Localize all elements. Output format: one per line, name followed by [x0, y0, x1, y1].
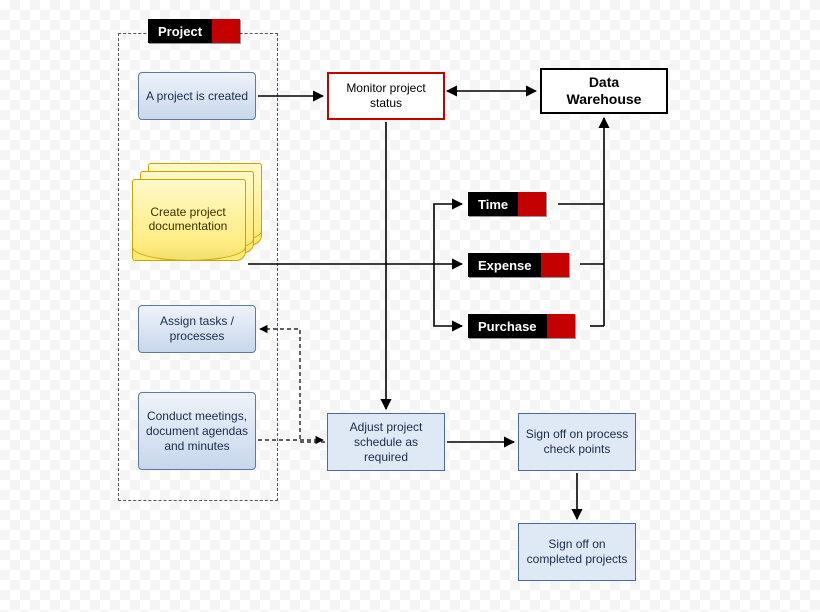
- node-data-warehouse: Data Warehouse: [540, 68, 668, 114]
- node-assign-tasks: Assign tasks / processes: [138, 305, 256, 353]
- purchase-tag-label: Purchase: [468, 314, 547, 338]
- purchase-tag-color: [547, 314, 575, 338]
- node-assign-tasks-label: Assign tasks / processes: [143, 314, 251, 344]
- node-signoff-completed-label: Sign off on completed projects: [523, 537, 631, 567]
- expense-tag-color: [541, 253, 569, 277]
- node-monitor-label: Monitor project status: [333, 81, 439, 111]
- node-documentation: Create project documentation: [132, 163, 264, 263]
- node-create-project: A project is created: [138, 72, 256, 120]
- arrow-branch-time: [434, 204, 462, 264]
- arrow-branch-purchase: [434, 264, 462, 326]
- time-tag-color: [518, 192, 546, 216]
- time-tag-label: Time: [468, 192, 518, 216]
- node-adjust-schedule: Adjust project schedule as required: [327, 413, 445, 471]
- expense-tag-label: Expense: [468, 253, 541, 277]
- project-tag-color: [212, 19, 240, 43]
- time-tag: Time: [468, 192, 546, 216]
- project-tag-label: Project: [148, 19, 212, 43]
- node-meetings-label: Conduct meetings, document agendas and m…: [143, 409, 251, 454]
- node-meetings: Conduct meetings, document agendas and m…: [138, 392, 256, 470]
- node-monitor: Monitor project status: [327, 72, 445, 120]
- node-documentation-label: Create project documentation: [138, 205, 238, 233]
- flow-diagram: Project A project is created Create proj…: [0, 0, 820, 612]
- node-create-project-label: A project is created: [146, 89, 248, 104]
- node-signoff-checkpoints-label: Sign off on process check points: [523, 427, 631, 457]
- project-tag: Project: [148, 19, 240, 43]
- expense-tag: Expense: [468, 253, 569, 277]
- node-data-warehouse-label: Data Warehouse: [567, 74, 642, 109]
- purchase-tag: Purchase: [468, 314, 575, 338]
- node-adjust-schedule-label: Adjust project schedule as required: [332, 420, 440, 465]
- node-signoff-completed: Sign off on completed projects: [518, 523, 636, 581]
- node-signoff-checkpoints: Sign off on process check points: [518, 413, 636, 471]
